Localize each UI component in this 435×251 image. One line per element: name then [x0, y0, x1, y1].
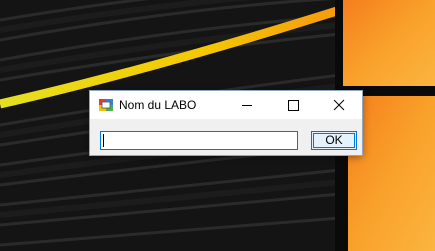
- labo-name-input[interactable]: [100, 131, 298, 150]
- application-icon: [98, 97, 114, 113]
- dialog-window: Nom du LABO OK: [90, 91, 362, 155]
- minimize-button[interactable]: [224, 91, 270, 119]
- ok-button[interactable]: OK: [311, 131, 357, 150]
- maximize-button[interactable]: [270, 91, 316, 119]
- minimize-icon: [242, 105, 252, 106]
- dialog-body: OK: [90, 119, 362, 155]
- text-caret: [103, 134, 104, 147]
- window-title: Nom du LABO: [119, 98, 197, 112]
- close-button[interactable]: [316, 91, 362, 119]
- close-icon: [333, 99, 345, 111]
- maximize-icon: [288, 100, 299, 111]
- title-bar[interactable]: Nom du LABO: [90, 91, 362, 119]
